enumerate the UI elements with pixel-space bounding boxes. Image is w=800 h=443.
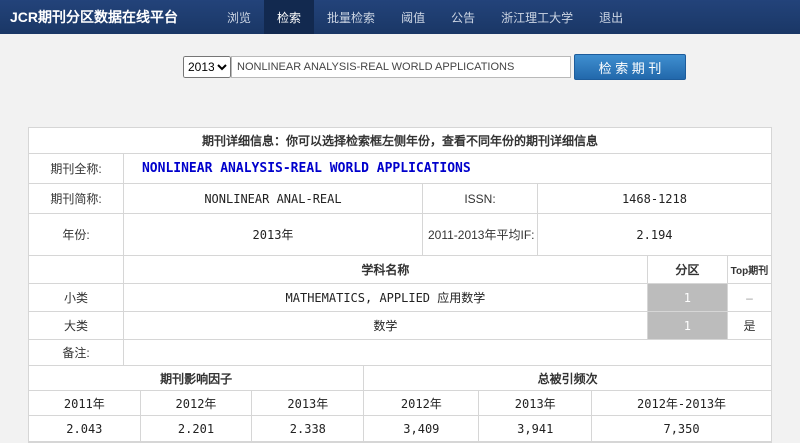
journal-search-input[interactable]: [231, 56, 571, 78]
small-class-subject: MATHEMATICS, APPLIED 应用数学: [123, 284, 648, 312]
top-navbar: JCR期刊分区数据在线平台 浏览 检索 批量检索 阈值 公告 浙江理工大学 退出: [0, 0, 800, 34]
impact-factor-section-header: 期刊影响因子: [29, 366, 365, 391]
metric-value: 2.338: [252, 416, 365, 442]
avg-if-label: 2011-2013年平均IF:: [422, 214, 538, 256]
full-name-label: 期刊全称:: [29, 154, 124, 184]
metric-col-header: 2013年: [479, 391, 593, 416]
detail-header-row: 期刊详细信息：你可以选择检索框左侧年份，查看不同年份的期刊详细信息: [29, 128, 771, 154]
metric-col-header: 2012年: [140, 391, 253, 416]
remark-row: 备注:: [29, 340, 771, 366]
nav-menu: 浏览 检索 批量检索 阈值 公告 浙江理工大学 退出: [214, 0, 636, 34]
total-cites-section-header: 总被引频次: [364, 366, 771, 391]
app-title: JCR期刊分区数据在线平台: [10, 9, 179, 25]
metric-value: 7,350: [592, 416, 771, 442]
small-class-top: –: [727, 284, 771, 312]
nav-item-announcement[interactable]: 公告: [438, 0, 488, 34]
big-class-subject: 数学: [123, 312, 648, 340]
small-class-row: 小类 MATHEMATICS, APPLIED 应用数学 1 –: [29, 284, 771, 312]
subject-header-row: 学科名称 分区 Top期刊: [29, 256, 771, 284]
metric-value-row: 2.043 2.201 2.338 3,409 3,941 7,350: [29, 416, 771, 442]
metric-value: 3,941: [479, 416, 593, 442]
nav-item-university[interactable]: 浙江理工大学: [488, 0, 586, 34]
year-value: 2013年: [123, 214, 423, 256]
metric-value: 2.043: [29, 416, 141, 442]
subject-header-spacer: [29, 256, 124, 284]
short-name-label: 期刊简称:: [29, 184, 124, 214]
year-label: 年份:: [29, 214, 124, 256]
nav-item-logout[interactable]: 退出: [586, 0, 636, 34]
avg-if-value: 2.194: [537, 214, 771, 256]
search-journal-button[interactable]: 检 索 期 刊: [574, 54, 686, 80]
remark-label: 备注:: [29, 340, 124, 366]
remark-value: [123, 340, 771, 366]
big-class-row: 大类 数学 1 是: [29, 312, 771, 340]
partition-header: 分区: [647, 256, 728, 284]
small-class-label: 小类: [29, 284, 124, 312]
search-row: 2013 检 索 期 刊: [183, 54, 686, 80]
metric-col-header: 2012年: [364, 391, 480, 416]
nav-item-threshold[interactable]: 阈值: [388, 0, 438, 34]
short-name-value: NONLINEAR ANAL-REAL: [123, 184, 423, 214]
issn-value: 1468-1218: [537, 184, 771, 214]
nav-item-batch-search[interactable]: 批量检索: [314, 0, 388, 34]
short-name-row: 期刊简称: NONLINEAR ANAL-REAL ISSN: 1468-121…: [29, 184, 771, 214]
year-select[interactable]: 2013: [183, 56, 231, 78]
metric-col-header: 2013年: [252, 391, 365, 416]
nav-item-search[interactable]: 检索: [264, 0, 315, 34]
search-strip: 2013 检 索 期 刊: [0, 34, 800, 100]
top-journal-header: Top期刊: [727, 256, 771, 284]
detail-header: 期刊详细信息：你可以选择检索框左侧年份，查看不同年份的期刊详细信息: [29, 128, 771, 154]
year-row: 年份: 2013年 2011-2013年平均IF: 2.194: [29, 214, 771, 256]
issn-label: ISSN:: [422, 184, 538, 214]
metric-col-header: 2011年: [29, 391, 141, 416]
metric-section-header-row: 期刊影响因子 总被引频次: [29, 366, 771, 391]
small-class-partition: 1: [647, 284, 728, 312]
nav-item-browse[interactable]: 浏览: [214, 0, 264, 34]
full-name-row: 期刊全称: NONLINEAR ANALYSIS-REAL WORLD APPL…: [29, 154, 771, 184]
metric-col-header: 2012年-2013年: [592, 391, 771, 416]
metric-value: 2.201: [140, 416, 253, 442]
metric-value: 3,409: [364, 416, 480, 442]
full-name-value: NONLINEAR ANALYSIS-REAL WORLD APPLICATIO…: [123, 154, 771, 184]
big-class-label: 大类: [29, 312, 124, 340]
metric-col-header-row: 2011年 2012年 2013年 2012年 2013年 2012年-2013…: [29, 391, 771, 416]
journal-detail-panel: 期刊详细信息：你可以选择检索框左侧年份，查看不同年份的期刊详细信息 期刊全称: …: [28, 127, 772, 443]
big-class-top: 是: [727, 312, 771, 340]
big-class-partition: 1: [647, 312, 728, 340]
subject-name-header: 学科名称: [123, 256, 648, 284]
